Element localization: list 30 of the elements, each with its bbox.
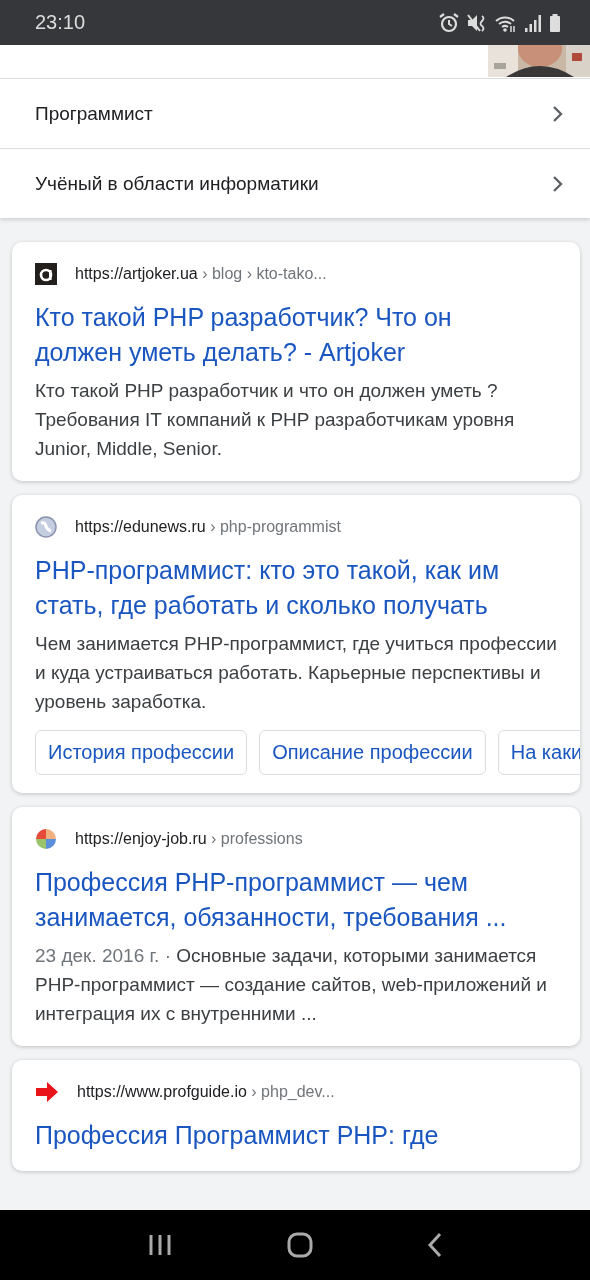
related-item[interactable]: Учёный в области информатики (0, 149, 590, 218)
chevron-right-icon (552, 174, 564, 193)
back-icon[interactable] (427, 1232, 443, 1258)
alarm-clock-icon (438, 11, 460, 34)
result-title-link[interactable]: PHP-программист: кто это такой, как им стать, где работать и сколько получать (35, 553, 580, 623)
recent-apps-icon[interactable] (147, 1233, 173, 1257)
result-url: https://www.profguide.io › php_dev... (77, 1083, 335, 1101)
result-snippet: 23 дек. 2016 г. · Основные задачи, которыми занимается PHP-программист — создание сайтов, web-приложений и интеграция их с внутренними ... (35, 944, 548, 1026)
related-label: Программист (35, 102, 153, 125)
result-snippet: Кто такой PHP разработчик и что он должен уметь ? Требования IT компаний к PHP разработчикам уровня Junior, Middle, Senior. (35, 379, 516, 461)
home-icon[interactable] (287, 1232, 313, 1258)
clock-time: 23:10 (35, 11, 86, 34)
result-url: https://artjoker.ua › blog › kto-tako... (75, 265, 327, 283)
globe-icon (35, 516, 57, 538)
sitelink-chip[interactable]: Описание профессии (259, 730, 486, 775)
related-label: Учёный в области информатики (35, 172, 319, 195)
related-item[interactable]: Программист (0, 79, 590, 149)
result-title-link[interactable]: Кто такой PHP разработчик? Что он должен уметь делать? - Artjoker (35, 300, 580, 370)
arrow-right-icon (35, 1081, 59, 1103)
result-snippet: Чем занимается PHP-программист, где учиться профессии и куда устраиваться работать. Карьерные перспективы и уровень заработка. (35, 632, 558, 714)
result-url: https://edunews.ru › php-programmist (75, 518, 341, 536)
chevron-right-icon (552, 104, 564, 123)
sitelink-chip[interactable]: На каки (497, 730, 580, 775)
battery-icon (548, 11, 562, 34)
sitelink-chip[interactable]: История профессии (35, 730, 248, 775)
result-url: https://enjoy-job.ru › professions (75, 830, 303, 848)
result-title-link[interactable]: Профессия PHP-программист — чем занимается, обязанности, требования ... (35, 865, 580, 935)
letter-a-icon (35, 263, 57, 285)
pinwheel-icon (35, 828, 57, 850)
result-title-link[interactable]: Профессия Программист PHP: где (35, 1118, 580, 1153)
